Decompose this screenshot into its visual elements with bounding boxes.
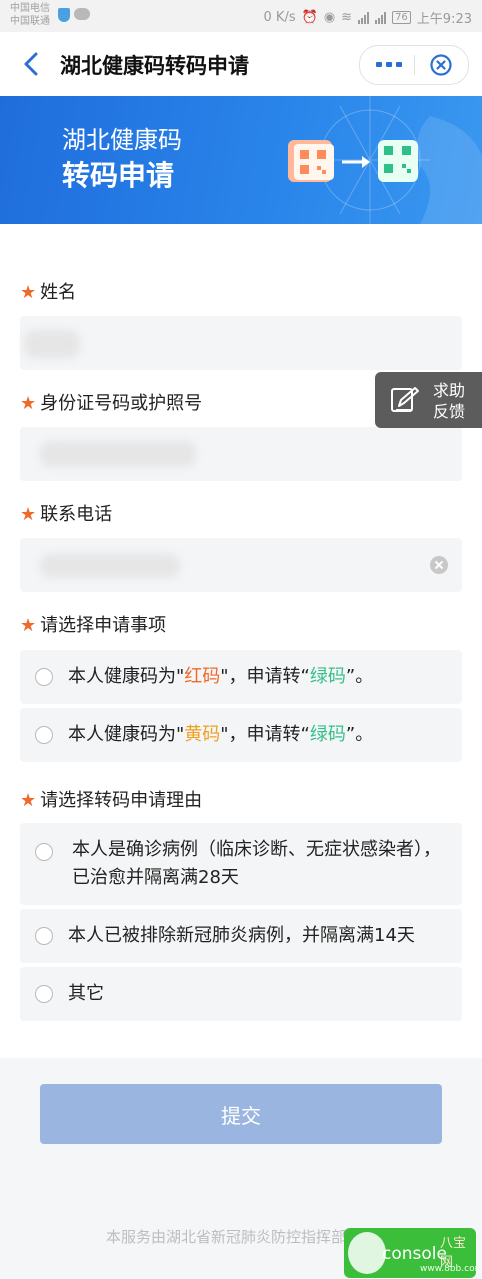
edit-feedback-icon (391, 387, 419, 412)
watermark-site: www.8bb.com (420, 1264, 482, 1274)
option-text: 本人是确诊病例（临床诊断、无症状感染者），已治愈并隔离满28天 (72, 839, 441, 888)
carrier-info: 中国电信 中国联通 (10, 2, 50, 28)
reason-option-other[interactable]: 其它 (20, 967, 462, 1021)
option-text: 本人健康码为"黄码"，申请转“绿码”。 (68, 724, 374, 745)
item-option-yellow-to-green[interactable]: 本人健康码为"黄码"，申请转“绿码”。 (20, 708, 462, 762)
signal-icon-1 (358, 11, 370, 24)
submit-button[interactable]: 提交 (40, 1084, 442, 1144)
banner-title-line1: 湖北健康码 (62, 126, 182, 154)
option-text: 本人健康码为"红码"，申请转“绿码”。 (68, 666, 374, 687)
option-text: 其它 (68, 983, 104, 1004)
phone-label: ★ 联系电话 (20, 504, 113, 525)
console-label: console (382, 1244, 447, 1264)
reason-option-recovered[interactable]: 本人是确诊病例（临床诊断、无症状感染者），已治愈并隔离满28天 (20, 823, 462, 905)
help-feedback-button[interactable]: 求助 反馈 (375, 372, 482, 428)
phone-field[interactable] (20, 538, 462, 592)
clear-icon[interactable] (430, 556, 448, 574)
required-mark: ★ (20, 282, 37, 303)
radio-button[interactable] (35, 668, 53, 686)
option-text: 本人已被排除新冠肺炎病例，并隔离满14天 (68, 925, 415, 946)
banner-title-line2: 转码申请 (62, 159, 175, 192)
redacted-value (40, 441, 196, 467)
item-label: ★ 请选择申请事项 (20, 615, 167, 636)
carrier-2: 中国联通 (10, 16, 50, 27)
page-title: 湖北健康码转码申请 (60, 54, 249, 78)
alarm-icon: ⏰ (301, 10, 318, 25)
carrier-1: 中国电信 (10, 3, 50, 14)
qr-code-conversion-illustration (288, 96, 482, 224)
radio-button[interactable] (35, 985, 53, 1003)
net-speed: 0 K/s (263, 10, 296, 25)
site-logo-icon (348, 1232, 386, 1274)
wechat-icon (74, 8, 90, 20)
radio-button[interactable] (35, 843, 53, 861)
close-mini-program-icon[interactable] (429, 53, 453, 77)
radio-button[interactable] (35, 726, 53, 744)
mini-program-capsule (359, 45, 469, 85)
more-icon[interactable] (376, 62, 402, 67)
reason-option-excluded[interactable]: 本人已被排除新冠肺炎病例，并隔离满14天 (20, 909, 462, 963)
name-label: ★ 姓名 (20, 282, 77, 303)
signal-icon-2 (375, 11, 387, 24)
console-watermark: 八宝网 console www.8bb.com (344, 1228, 482, 1278)
radio-button[interactable] (35, 927, 53, 945)
eye-icon: ◉ (323, 10, 336, 25)
back-arrow-icon[interactable] (18, 50, 46, 78)
reason-label: ★ 请选择转码申请理由 (20, 790, 203, 811)
redacted-value (40, 554, 180, 578)
battery-icon: 76 (392, 11, 411, 24)
item-option-red-to-green[interactable]: 本人健康码为"红码"，申请转“绿码”。 (20, 650, 462, 704)
help-text: 求助 反馈 (433, 381, 466, 421)
id-label: ★ 身份证号码或护照号 (20, 393, 203, 414)
nav-bar: 湖北健康码转码申请 (0, 32, 482, 96)
name-field[interactable] (20, 316, 462, 370)
redacted-value (24, 330, 80, 358)
security-shield-icon (58, 8, 70, 22)
application-form: ★ 姓名 ★ 身份证号码或护照号 ★ 联系电话 ★ 请选择申请事项 本人健康码为"红码"… (0, 224, 482, 1058)
status-bar: 中国电信 中国联通 0 K/s ⏰ ◉ ≋ 76 上午9:23 (0, 0, 482, 32)
id-number-field[interactable] (20, 427, 462, 481)
banner: 湖北健康码 转码申请 (0, 96, 482, 224)
clock: 上午9:23 (416, 12, 472, 27)
wifi-icon: ≋ (341, 10, 353, 25)
